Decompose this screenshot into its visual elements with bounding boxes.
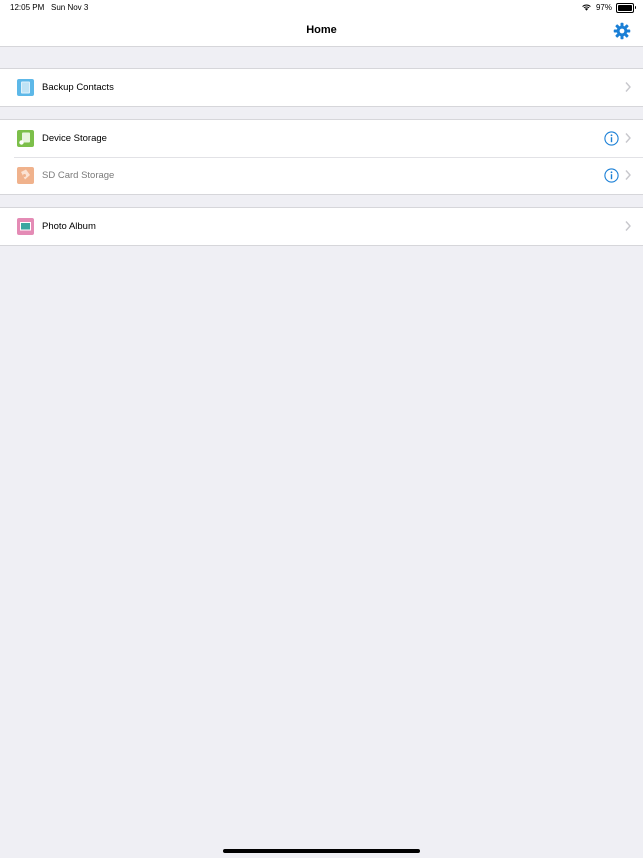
device-storage-label: Device Storage: [42, 133, 107, 144]
photo-album-icon: [17, 218, 34, 235]
device-storage-info-button[interactable]: [604, 131, 619, 146]
chevron-right-icon: [625, 82, 631, 92]
device-storage-icon: [17, 130, 34, 147]
gear-icon: [613, 22, 631, 40]
contacts-book-icon: [17, 79, 34, 96]
chevron-right-icon: [625, 221, 631, 231]
chevron-right-icon: [625, 170, 631, 180]
device-storage-row[interactable]: Device Storage: [0, 120, 643, 157]
backup-contacts-row[interactable]: Backup Contacts: [0, 69, 643, 106]
status-time: 12:05 PM: [10, 3, 45, 12]
status-indicators: 97%: [581, 2, 636, 13]
wifi-icon: [581, 3, 592, 13]
battery-percent: 97%: [595, 3, 612, 12]
status-bar: 12:05 PM Sun Nov 3 97%: [0, 0, 643, 16]
home-indicator[interactable]: [223, 849, 420, 853]
navigation-bar: Home: [0, 16, 643, 47]
status-date: Sun Nov 3: [51, 3, 89, 12]
storage-section: Device Storage SD Card Storage: [0, 119, 643, 195]
media-section: Photo Album: [0, 207, 643, 246]
battery-icon: [616, 2, 636, 13]
sd-card-icon: [17, 167, 34, 184]
info-icon: [604, 131, 619, 146]
backup-contacts-label: Backup Contacts: [42, 82, 114, 93]
page-title: Home: [306, 24, 337, 36]
battery-fill: [618, 4, 632, 11]
info-icon: [604, 168, 619, 183]
photo-album-row[interactable]: Photo Album: [0, 208, 643, 245]
sd-card-storage-label: SD Card Storage: [42, 170, 115, 181]
sd-card-storage-info-button[interactable]: [604, 168, 619, 183]
photo-album-label: Photo Album: [42, 221, 96, 232]
chevron-right-icon: [625, 133, 631, 143]
settings-button[interactable]: [613, 22, 631, 40]
sd-card-storage-row[interactable]: SD Card Storage: [0, 157, 643, 194]
backup-section: Backup Contacts: [0, 68, 643, 107]
